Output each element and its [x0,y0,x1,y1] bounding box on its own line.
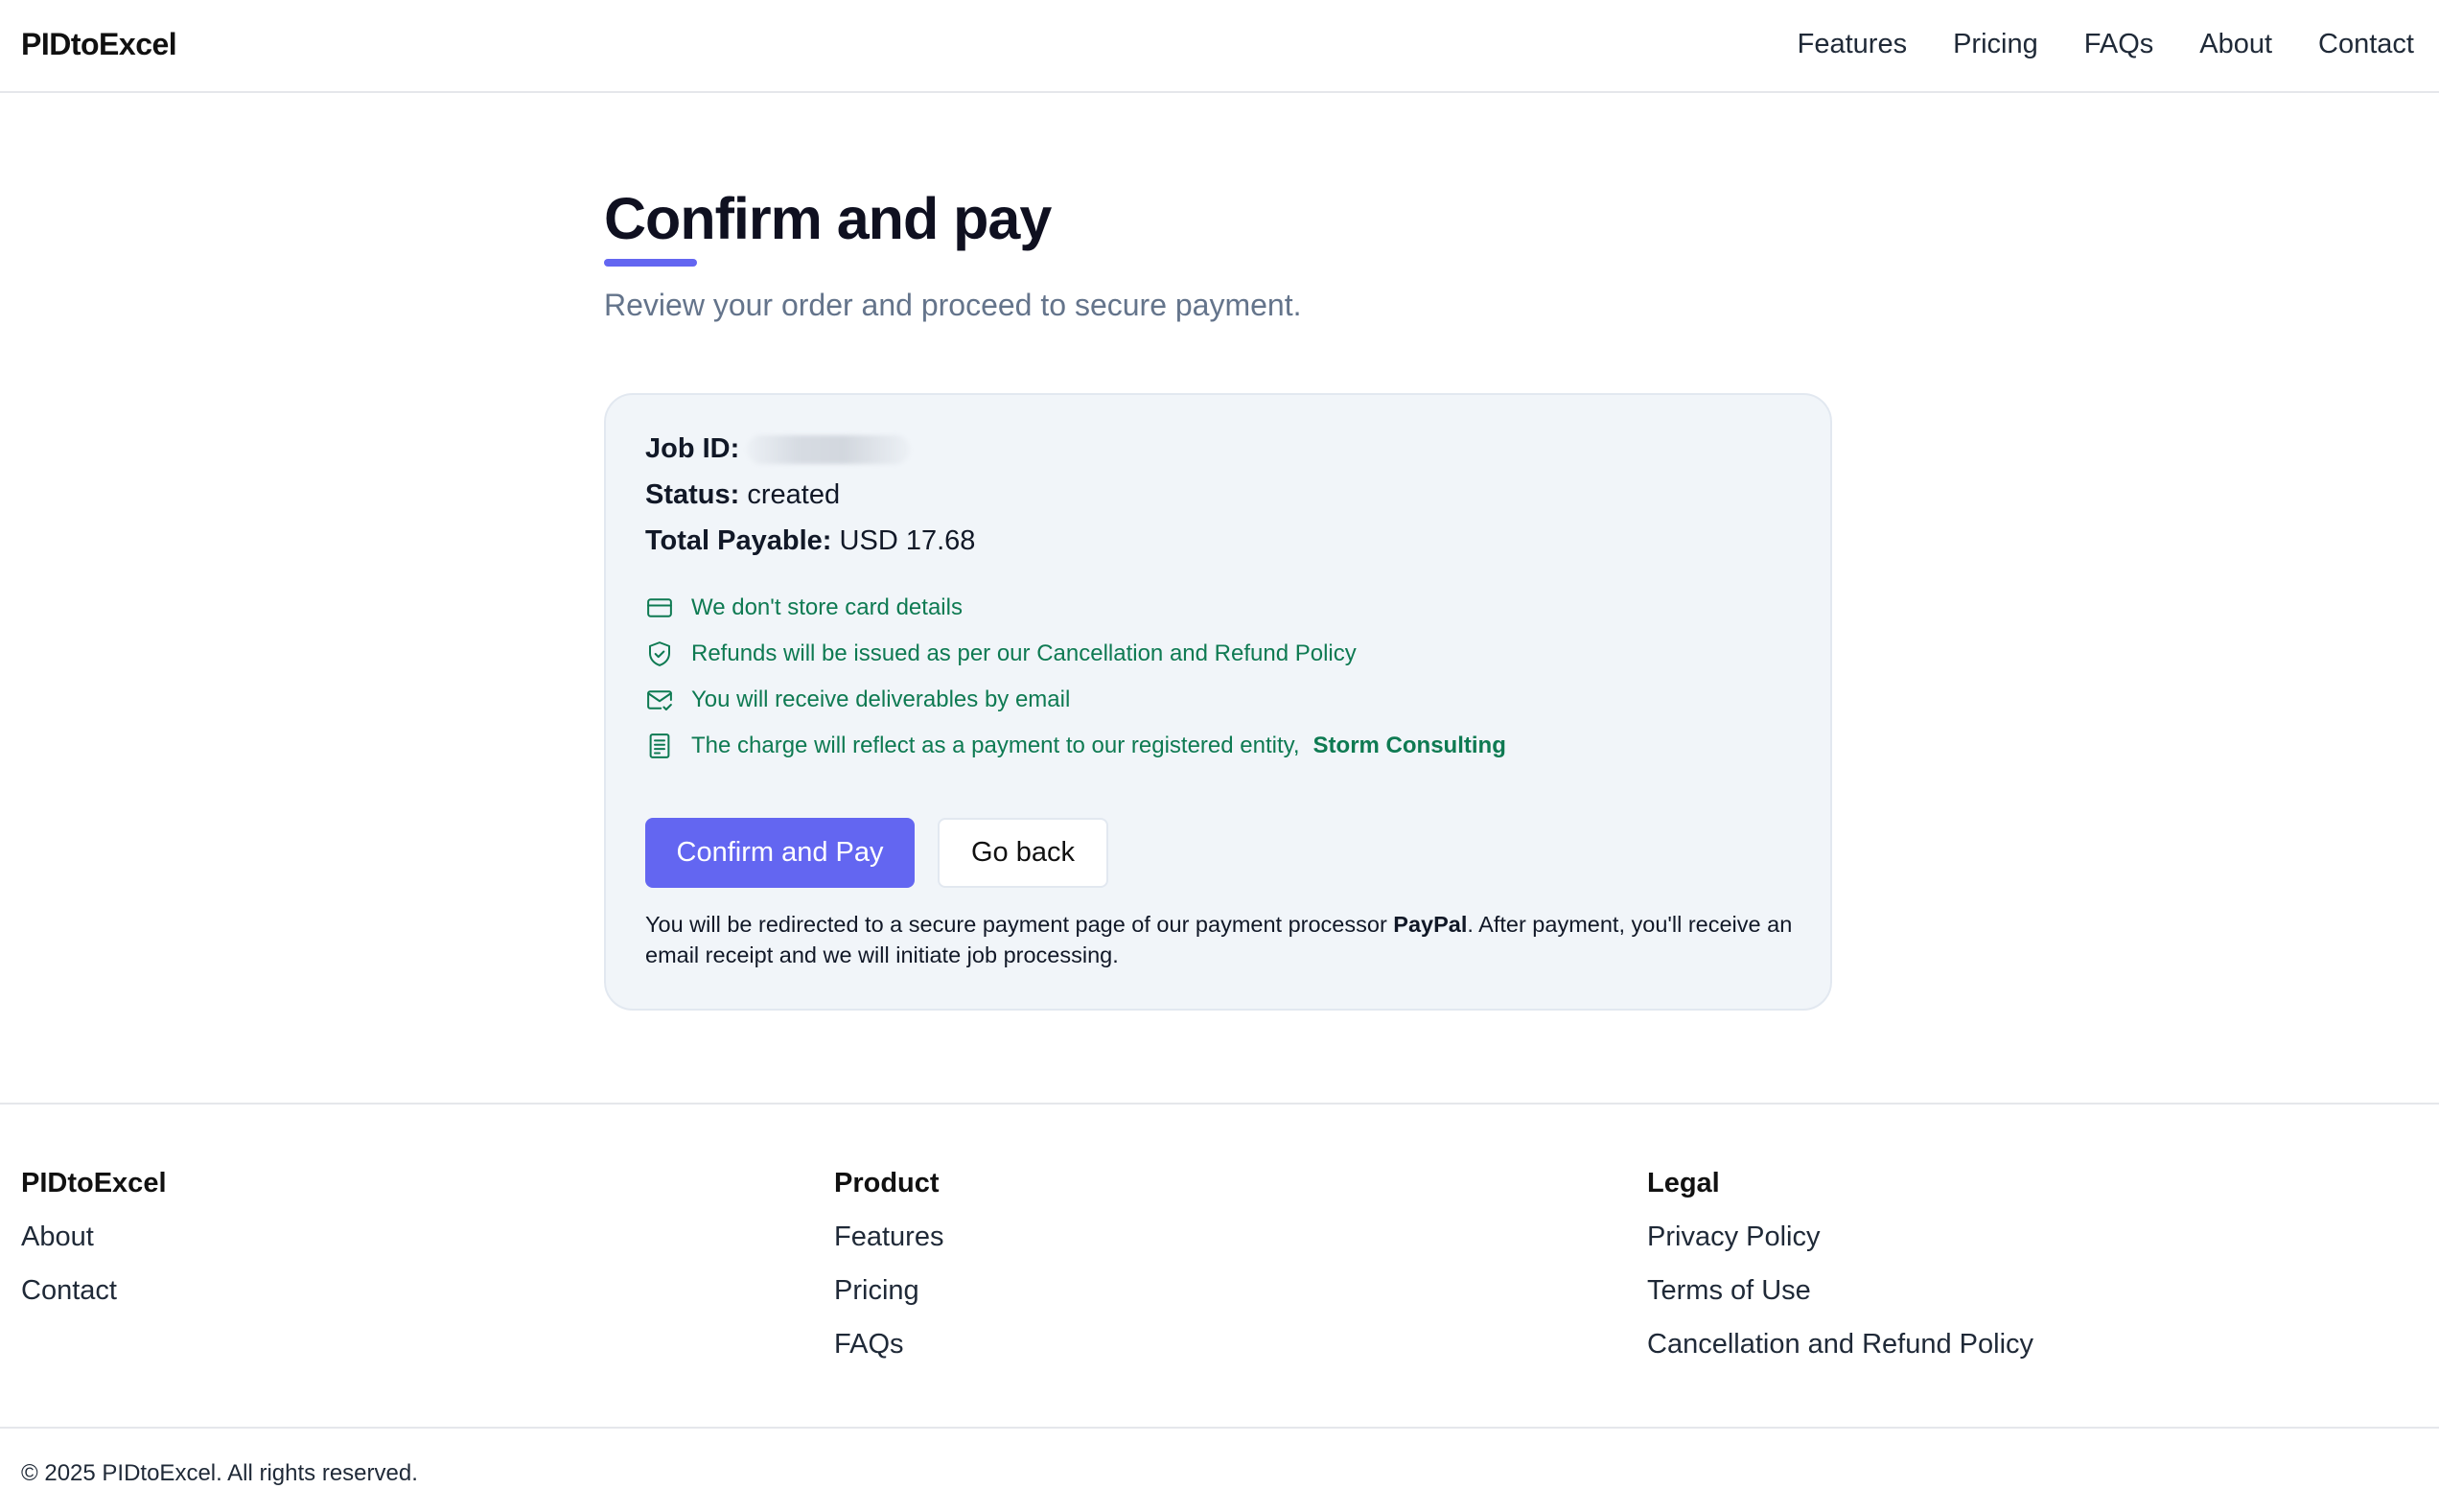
site-header: PIDtoExcel Features Pricing FAQs About C… [0,0,2439,93]
assurance-list: We don't store card details Refunds will… [645,585,1506,769]
footer-bottom-divider [0,1427,2439,1429]
top-nav: Features Pricing FAQs About Contact [1798,29,2414,60]
footer-link-features[interactable]: Features [834,1221,943,1275]
job-id-row: Job ID: [645,433,911,465]
confirm-and-pay-button[interactable]: Confirm and Pay [645,818,915,888]
copyright-text: © 2025 PIDtoExcel. All rights reserved. [21,1460,418,1486]
nav-contact[interactable]: Contact [2318,29,2414,60]
footer-heading: Legal [1647,1168,1720,1198]
footer-column-brand: PIDtoExcel About Contact [21,1168,167,1329]
mail-check-icon [645,686,674,714]
footer-link-refund-policy[interactable]: Cancellation and Refund Policy [1647,1329,2033,1383]
payment-processor: PayPal [1393,912,1468,937]
footer-heading: Product [834,1168,940,1198]
assurance-item: The charge will reflect as a payment to … [645,723,1506,769]
redirect-note: You will be redirected to a secure payme… [645,909,1796,970]
footer-link-privacy-policy[interactable]: Privacy Policy [1647,1221,2033,1275]
status-row: Status: created [645,479,840,511]
footer-heading: PIDtoExcel [21,1168,167,1198]
shield-check-icon [645,640,674,668]
footer-link-about[interactable]: About [21,1221,167,1275]
nav-pricing[interactable]: Pricing [1953,29,2038,60]
assurance-item: Refunds will be issued as per our Cancel… [645,631,1506,677]
footer-link-pricing[interactable]: Pricing [834,1275,943,1329]
job-id-redacted [747,434,911,464]
brand-logo[interactable]: PIDtoExcel [21,27,177,62]
main-content: Confirm and pay Review your order and pr… [604,182,1831,323]
total-value: USD 17.68 [839,525,976,556]
go-back-button[interactable]: Go back [938,818,1108,888]
footer-divider [0,1103,2439,1105]
title-underline [604,259,697,267]
footer-link-faqs[interactable]: FAQs [834,1329,943,1383]
assurance-text: The charge will reflect as a payment to … [691,733,1300,758]
order-summary-card: Job ID: Status: created Total Payable: U… [604,393,1832,1011]
total-row: Total Payable: USD 17.68 [645,525,975,557]
assurance-text: You will receive deliverables by email [691,686,1071,712]
note-prefix: You will be redirected to a secure payme… [645,912,1394,937]
footer-column-product: Product Features Pricing FAQs [834,1168,943,1383]
assurance-item: We don't store card details [645,585,1506,631]
page-subtitle: Review your order and proceed to secure … [604,288,1302,322]
footer-column-legal: Legal Privacy Policy Terms of Use Cancel… [1647,1168,2033,1383]
footer-link-terms-of-use[interactable]: Terms of Use [1647,1275,2033,1329]
credit-card-icon [645,593,674,622]
job-id-label: Job ID: [645,433,740,464]
nav-features[interactable]: Features [1798,29,1907,60]
assurance-text: We don't store card details [691,594,963,620]
footer-link-contact[interactable]: Contact [21,1275,167,1329]
nav-faqs[interactable]: FAQs [2084,29,2154,60]
total-label: Total Payable: [645,525,832,556]
assurance-text: Refunds will be issued as per our Cancel… [691,640,1357,666]
nav-about[interactable]: About [2199,29,2272,60]
assurance-item: You will receive deliverables by email [645,677,1506,723]
status-label: Status: [645,479,740,510]
page-title: Confirm and pay [604,186,1052,251]
status-value: created [747,479,841,510]
receipt-icon [645,732,674,760]
entity-name: Storm Consulting [1312,733,1506,758]
